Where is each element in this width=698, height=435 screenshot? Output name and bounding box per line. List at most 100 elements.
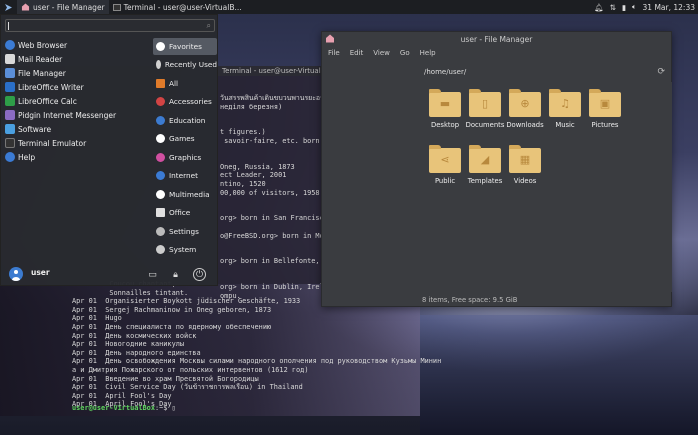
multimedia-icon (156, 190, 165, 199)
folder-icon: ▣ (589, 89, 621, 117)
clock[interactable]: 31 Mar, 12:33 (643, 3, 695, 12)
terminal-line: Apr 01 День народного единства (72, 348, 201, 357)
status-bar: 8 items, Free space: 9.5 GiB (422, 296, 518, 304)
app-help[interactable]: Help (5, 150, 35, 164)
location-bar[interactable]: /home/user/ (422, 64, 672, 80)
menu-go[interactable]: Go (400, 49, 410, 57)
settings-manager-icon[interactable]: ▭ (146, 268, 159, 281)
app-libreoffice-writer[interactable]: LibreOffice Writer (5, 80, 84, 94)
system-icon (156, 245, 165, 254)
lock-icon[interactable]: 🔒︎ (169, 268, 182, 281)
terminal-prompt[interactable]: user@user-VirtualBox:~$ ▯ (72, 404, 176, 412)
mail-icon (5, 54, 15, 64)
calc-icon (5, 96, 15, 106)
star-icon (156, 42, 165, 51)
category-label: Education (169, 116, 206, 125)
terminal-cursor: ▯ (171, 404, 176, 412)
accessories-icon (156, 97, 165, 106)
network-icon[interactable]: ⇅ (610, 3, 616, 12)
username-label: user (31, 268, 50, 277)
category-recently-used[interactable]: Recently Used (153, 56, 217, 73)
folder-label: Downloads (506, 121, 544, 129)
app-software[interactable]: Software (5, 122, 51, 136)
file-view[interactable]: ▬ Desktop ▯ Documents ⊕ Downloads ♫ Musi… (422, 82, 672, 292)
category-education[interactable]: Education (153, 112, 217, 129)
location-path: /home/user/ (424, 68, 467, 76)
settings-icon (156, 227, 165, 236)
app-label: Software (18, 124, 52, 134)
app-label: Pidgin Internet Messenger (18, 110, 117, 120)
menu-edit[interactable]: Edit (350, 49, 364, 57)
app-label: Help (18, 152, 36, 162)
category-label: Graphics (169, 153, 202, 162)
terminal-line: Apr 01 Введение во храм Пресвятой Богоро… (72, 374, 259, 383)
file-manager-window[interactable]: user - File Manager File Edit View Go He… (321, 31, 672, 307)
terminal-line: Apr 01 День космических войск (72, 331, 197, 340)
reload-icon[interactable]: ⟳ (657, 67, 665, 77)
prompt-path: :~$ (154, 404, 172, 412)
app-web-browser[interactable]: Web Browser (5, 38, 67, 52)
category-all[interactable]: All (153, 75, 217, 92)
menu-file[interactable]: File (328, 49, 340, 57)
folder-item[interactable]: ▦ Videos (502, 145, 548, 185)
file-manager-menubar: File Edit View Go Help (322, 46, 671, 60)
category-label: Internet (169, 171, 198, 180)
whisker-menu-button[interactable] (0, 0, 17, 14)
volume-icon[interactable]: 🔈︎ (632, 2, 637, 12)
terminal-line: а и Дмитрия Пожарского от польских интер… (72, 365, 309, 374)
app-terminal-emulator[interactable]: Terminal Emulator (5, 136, 86, 150)
category-system[interactable]: System (153, 241, 217, 258)
category-label: Favorites (169, 42, 202, 51)
terminal-line: Apr 01 April Fool's Day (72, 391, 172, 400)
application-menu[interactable]: ⌕ Web Browser Mail Reader File Manager L… (0, 14, 218, 286)
terminal-line: Apr 01 Sergej Rachmaninow in Oneg gebore… (72, 305, 272, 314)
app-mail-reader[interactable]: Mail Reader (5, 52, 62, 66)
category-multimedia[interactable]: Multimedia (153, 186, 217, 203)
terminal-icon (5, 138, 15, 148)
terminal-line: Apr 01 День специалиста по ядерному обес… (72, 322, 272, 331)
notification-bell-icon[interactable]: 🔔︎ (594, 3, 604, 12)
taskbar-file-manager[interactable]: user - File Manager (17, 0, 109, 14)
folder-label: Pictures (591, 121, 619, 129)
app-label: Web Browser (18, 40, 68, 50)
app-label: File Manager (18, 68, 66, 78)
menu-view[interactable]: View (373, 49, 390, 57)
folder-label: Desktop (430, 121, 460, 129)
category-games[interactable]: Games (153, 130, 217, 147)
globe-icon (5, 40, 15, 50)
category-internet[interactable]: Internet (153, 167, 217, 184)
app-pidgin[interactable]: Pidgin Internet Messenger (5, 108, 116, 122)
software-icon (5, 124, 15, 134)
folder-icon (5, 68, 15, 78)
category-graphics[interactable]: Graphics (153, 149, 217, 166)
folder-label: Templates (467, 177, 503, 185)
category-settings[interactable]: Settings (153, 223, 217, 240)
top-panel: user - File Manager Terminal - user@user… (0, 0, 698, 14)
folder-label: Public (434, 177, 456, 185)
folder-item[interactable]: ▣ Pictures (582, 89, 628, 129)
terminal-line: Apr 01 Civil Service Day (วันข้าราชการพล… (72, 383, 303, 392)
taskbar-label: user - File Manager (33, 2, 105, 12)
folder-label: Music (555, 121, 575, 129)
help-icon (5, 152, 15, 162)
terminal-line: Apr 01 Hugo (72, 314, 122, 323)
battery-icon[interactable]: ▮ (622, 3, 626, 12)
wallpaper-ice (420, 315, 698, 435)
terminal-icon (112, 3, 121, 11)
home-folder-icon (325, 34, 335, 45)
file-manager-titlebar[interactable]: user - File Manager (322, 32, 671, 46)
app-libreoffice-calc[interactable]: LibreOffice Calc (5, 94, 77, 108)
prompt-user: user@user-VirtualBox (72, 404, 155, 412)
category-favorites[interactable]: Favorites (153, 38, 217, 55)
avatar (9, 267, 23, 281)
writer-icon (5, 82, 15, 92)
app-file-manager[interactable]: File Manager (5, 66, 66, 80)
category-accessories[interactable]: Accessories (153, 93, 217, 110)
menu-help[interactable]: Help (420, 49, 436, 57)
folder-label: Videos (513, 177, 537, 185)
category-label: Settings (169, 227, 199, 236)
taskbar-terminal[interactable]: Terminal - user@user-VirtualB... (109, 0, 246, 14)
power-icon[interactable]: ⏻ (193, 268, 206, 281)
search-input[interactable]: ⌕ (5, 19, 215, 32)
category-office[interactable]: Office (153, 204, 217, 221)
